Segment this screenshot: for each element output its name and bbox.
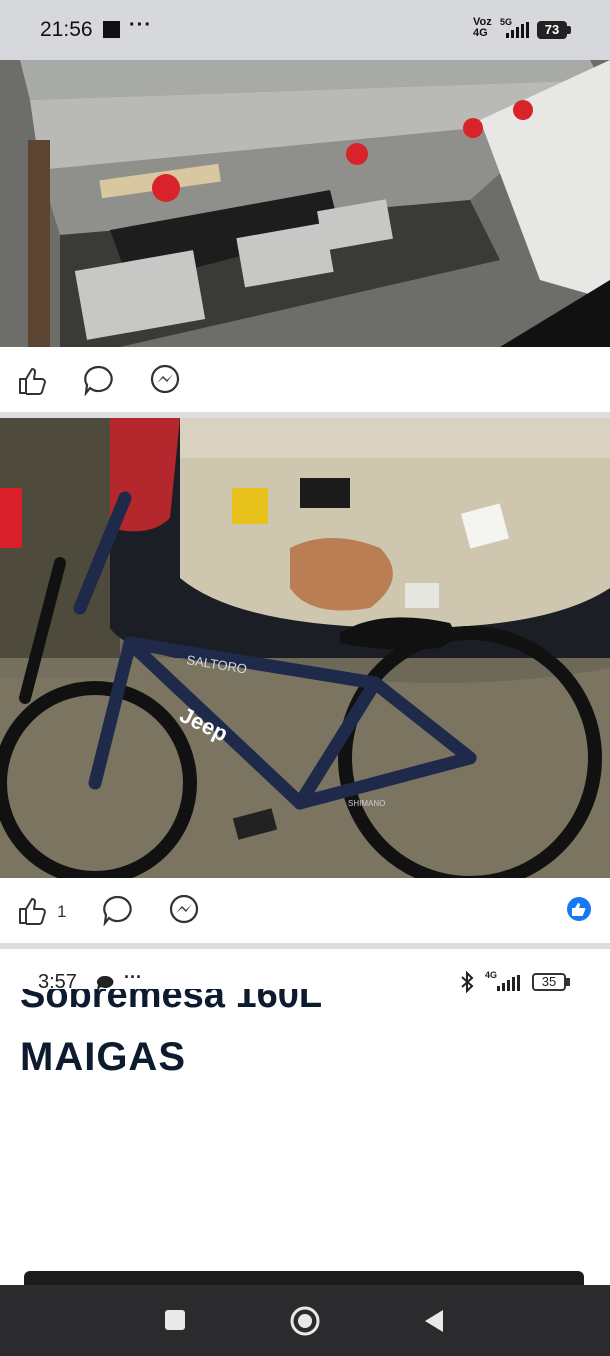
post1-action-bar	[0, 347, 610, 413]
inner-battery-level: 35	[532, 973, 566, 991]
thumbs-up-icon[interactable]	[17, 895, 49, 927]
thumbs-up-icon[interactable]	[17, 365, 49, 397]
battery-level: 73	[537, 21, 567, 39]
square-icon[interactable]	[164, 1309, 186, 1331]
bicycle-illustration: Jeep SALTORO SHIMANO	[0, 418, 610, 878]
inner-network-type: 4G	[485, 970, 498, 980]
cooktop-illustration	[0, 60, 610, 347]
like-count[interactable]: 1	[57, 902, 66, 922]
headline-cut-off: Sobremesa 160L	[20, 989, 323, 1015]
messenger-icon[interactable]	[149, 364, 181, 396]
post-photo-bicycle[interactable]: Jeep SALTORO SHIMANO	[0, 418, 610, 878]
status-bar: 21:56 ··· Voz 4G 5G 73	[0, 0, 610, 60]
inner-battery-tip	[566, 978, 570, 986]
status-time: 21:56	[40, 18, 93, 41]
inner-signal-icon	[497, 975, 520, 991]
more-notifications-icon: ···	[129, 14, 152, 36]
navigation-bar	[0, 1285, 610, 1356]
post2-action-bar: 1	[0, 878, 610, 944]
triangle-back-icon[interactable]	[423, 1309, 445, 1333]
bike-gear-text: SHIMANO	[348, 799, 385, 808]
headline: MAIGAS	[20, 1035, 186, 1079]
inner-more-icon: ···	[124, 967, 142, 987]
signal-icon	[506, 22, 529, 38]
messenger-icon[interactable]	[168, 894, 200, 926]
bluetooth-icon	[461, 971, 474, 993]
carrier-bottom: 4G	[473, 27, 488, 39]
like-reaction-icon[interactable]	[566, 896, 592, 922]
product-image-edge	[24, 1271, 584, 1285]
comment-icon[interactable]	[102, 894, 134, 926]
notification-square-icon	[103, 21, 120, 38]
battery-tip	[567, 26, 571, 34]
circle-icon[interactable]	[289, 1305, 321, 1337]
post-photo-cooktop[interactable]	[0, 60, 610, 347]
post-photo-screenshot[interactable]: 3:57 ··· 4G 35 Sobremesa 160L MAIGAS	[0, 949, 610, 1285]
carrier-label: Voz 4G	[473, 17, 492, 39]
comment-icon[interactable]	[83, 364, 115, 396]
